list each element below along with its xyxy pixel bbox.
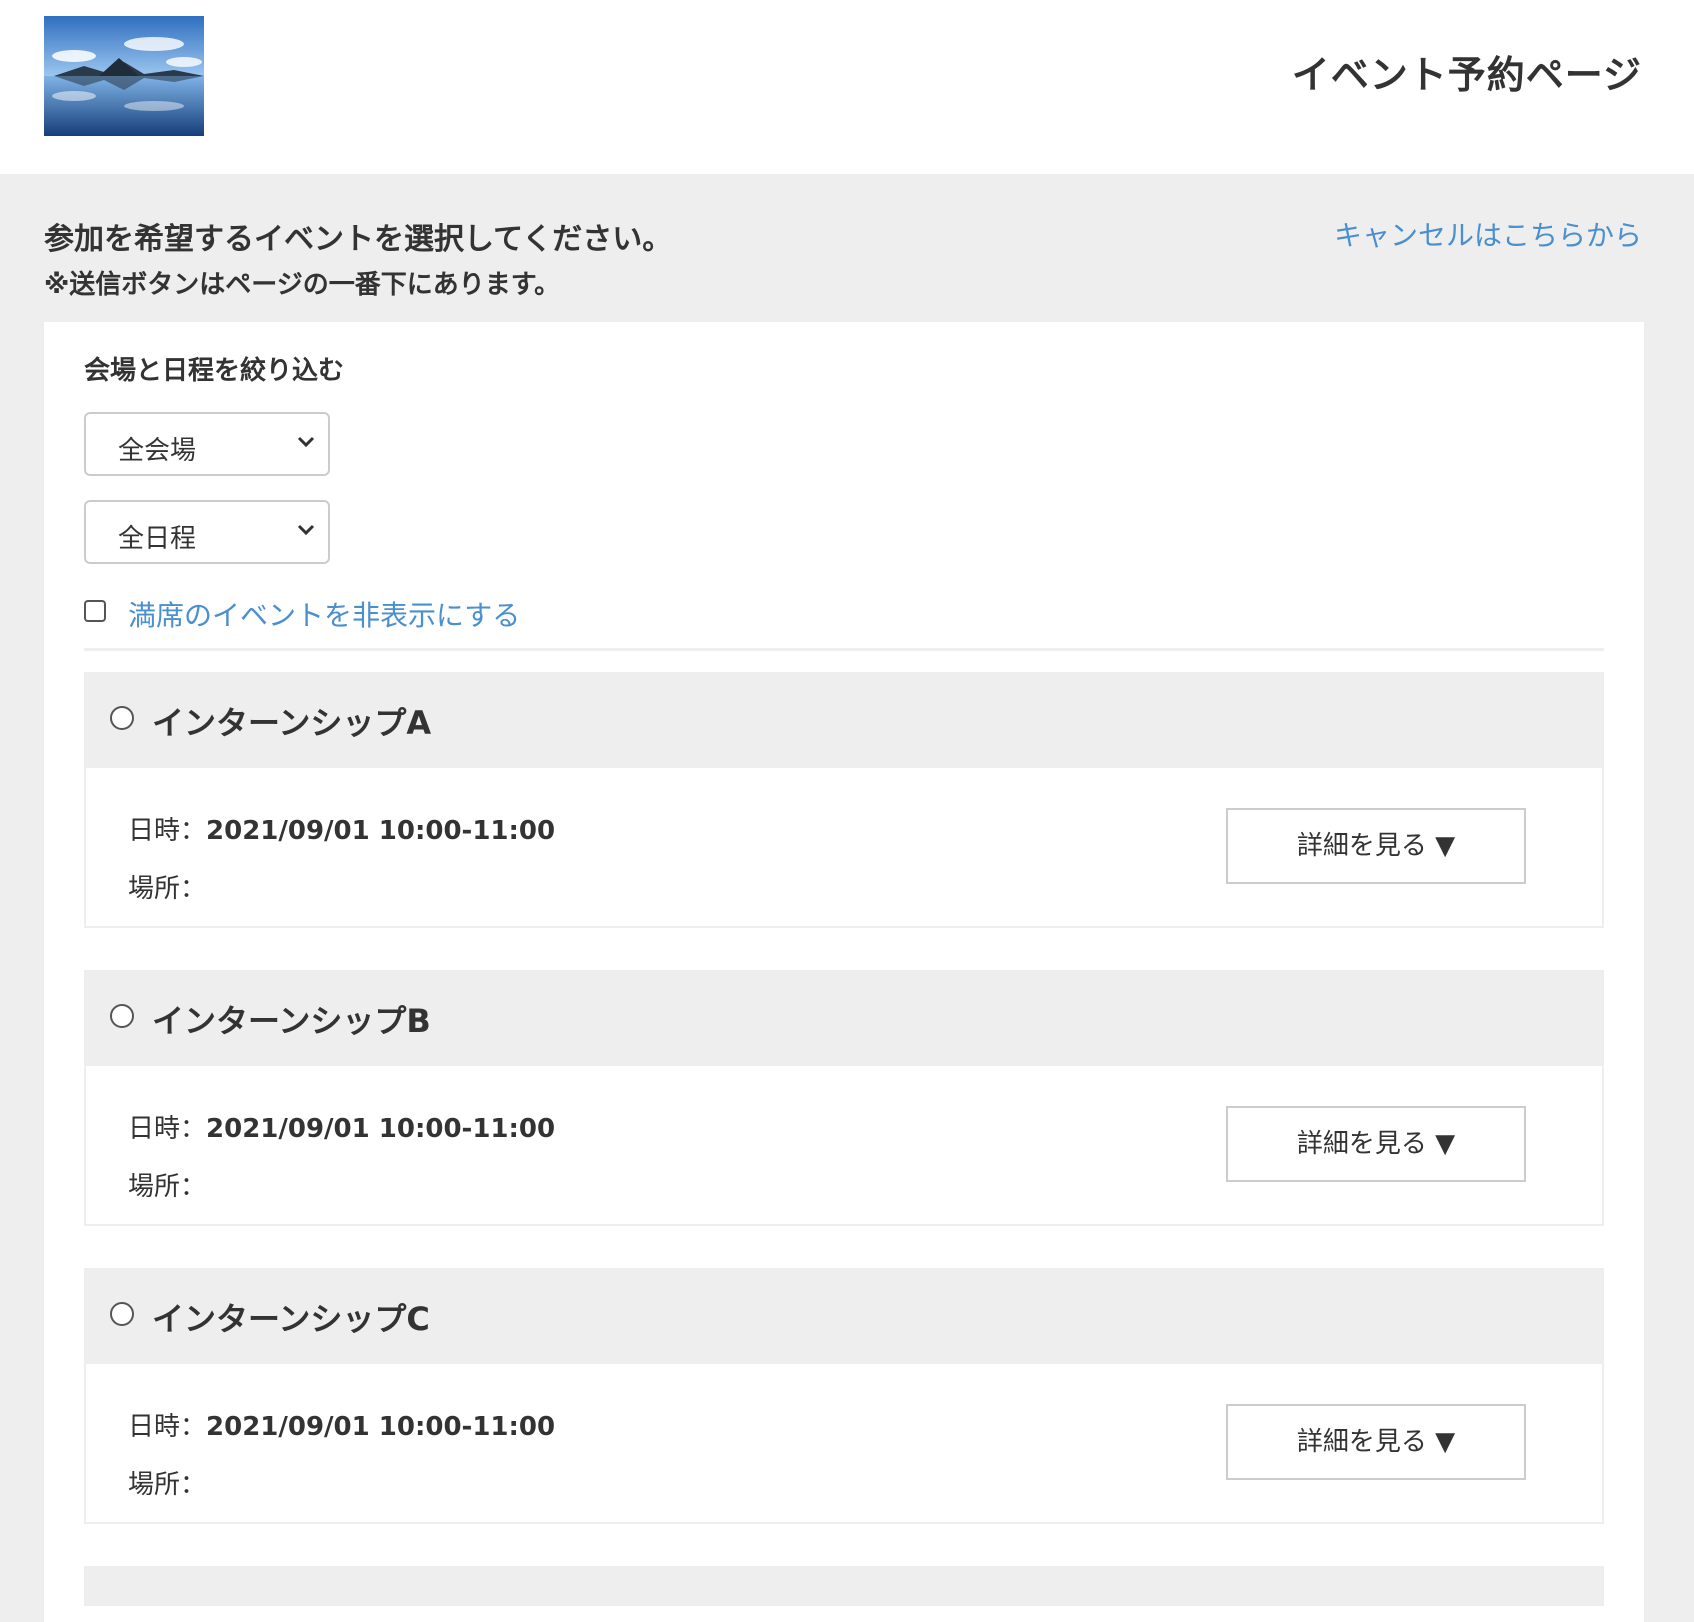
- event-place-key: 場所：: [128, 1470, 207, 1500]
- event-radio[interactable]: [110, 1004, 134, 1028]
- event-place-row: 場所：: [128, 868, 206, 905]
- event-header-partial: [84, 1566, 1604, 1606]
- event-date-key: 日時：: [128, 1412, 207, 1442]
- event-date-row: 日時：2021/09/01 10:00-11:00: [128, 1406, 555, 1443]
- event-place-row: 場所：: [128, 1166, 206, 1203]
- cancel-link[interactable]: キャンセルはこちらから: [1334, 214, 1642, 254]
- event-card: インターンシップA 日時：2021/09/01 10:00-11:00 場所： …: [84, 672, 1604, 928]
- instruction-note: ※送信ボタンはページの一番下にあります。: [44, 270, 561, 300]
- divider: [84, 648, 1604, 651]
- event-header[interactable]: インターンシップA: [84, 672, 1604, 768]
- event-name: インターンシップA: [152, 704, 432, 742]
- instruction-heading: 参加を希望するイベントを選択してください。: [44, 222, 673, 257]
- chevron-down-icon: [296, 434, 316, 453]
- event-date-value: 2021/09/01 10:00-11:00: [206, 816, 556, 846]
- event-body: 日時：2021/09/01 10:00-11:00 場所： 詳細を見る ▼: [84, 768, 1604, 928]
- event-name: インターンシップB: [152, 1002, 431, 1040]
- event-name: インターンシップC: [152, 1300, 430, 1338]
- hide-full-checkbox[interactable]: [84, 600, 106, 622]
- event-panel: 会場と日程を絞り込む 全会場 全日程 満席のイベントを非表示にする インターンシ…: [44, 322, 1644, 1622]
- event-body: 日時：2021/09/01 10:00-11:00 場所： 詳細を見る ▼: [84, 1066, 1604, 1226]
- chevron-down-icon: [296, 522, 316, 541]
- detail-button[interactable]: 詳細を見る ▼: [1226, 808, 1526, 884]
- date-select-value: 全日程: [118, 524, 197, 554]
- event-date-row: 日時：2021/09/01 10:00-11:00: [128, 1108, 555, 1145]
- venue-select[interactable]: 全会場: [84, 412, 330, 476]
- detail-button[interactable]: 詳細を見る ▼: [1226, 1106, 1526, 1182]
- hide-full-label[interactable]: 満席のイベントを非表示にする: [128, 594, 520, 634]
- event-header[interactable]: インターンシップB: [84, 970, 1604, 1066]
- event-card: インターンシップB 日時：2021/09/01 10:00-11:00 場所： …: [84, 970, 1604, 1226]
- event-place-row: 場所：: [128, 1464, 206, 1501]
- event-date-value: 2021/09/01 10:00-11:00: [206, 1114, 556, 1144]
- page-header: イベント予約ページ: [0, 0, 1694, 174]
- event-date-row: 日時：2021/09/01 10:00-11:00: [128, 810, 555, 847]
- event-date-key: 日時：: [128, 816, 207, 846]
- event-place-key: 場所：: [128, 874, 207, 904]
- event-body: 日時：2021/09/01 10:00-11:00 場所： 詳細を見る ▼: [84, 1364, 1604, 1524]
- event-date-key: 日時：: [128, 1114, 207, 1144]
- filter-title: 会場と日程を絞り込む: [84, 356, 345, 386]
- event-radio[interactable]: [110, 1302, 134, 1326]
- logo-image: [44, 16, 204, 136]
- date-select[interactable]: 全日程: [84, 500, 330, 564]
- event-header[interactable]: インターンシップC: [84, 1268, 1604, 1364]
- venue-select-value: 全会場: [118, 436, 197, 466]
- event-date-value: 2021/09/01 10:00-11:00: [206, 1412, 556, 1442]
- event-place-key: 場所：: [128, 1172, 207, 1202]
- detail-button[interactable]: 詳細を見る ▼: [1226, 1404, 1526, 1480]
- page-title: イベント予約ページ: [1291, 53, 1642, 97]
- event-radio[interactable]: [110, 706, 134, 730]
- event-card: インターンシップC 日時：2021/09/01 10:00-11:00 場所： …: [84, 1268, 1604, 1524]
